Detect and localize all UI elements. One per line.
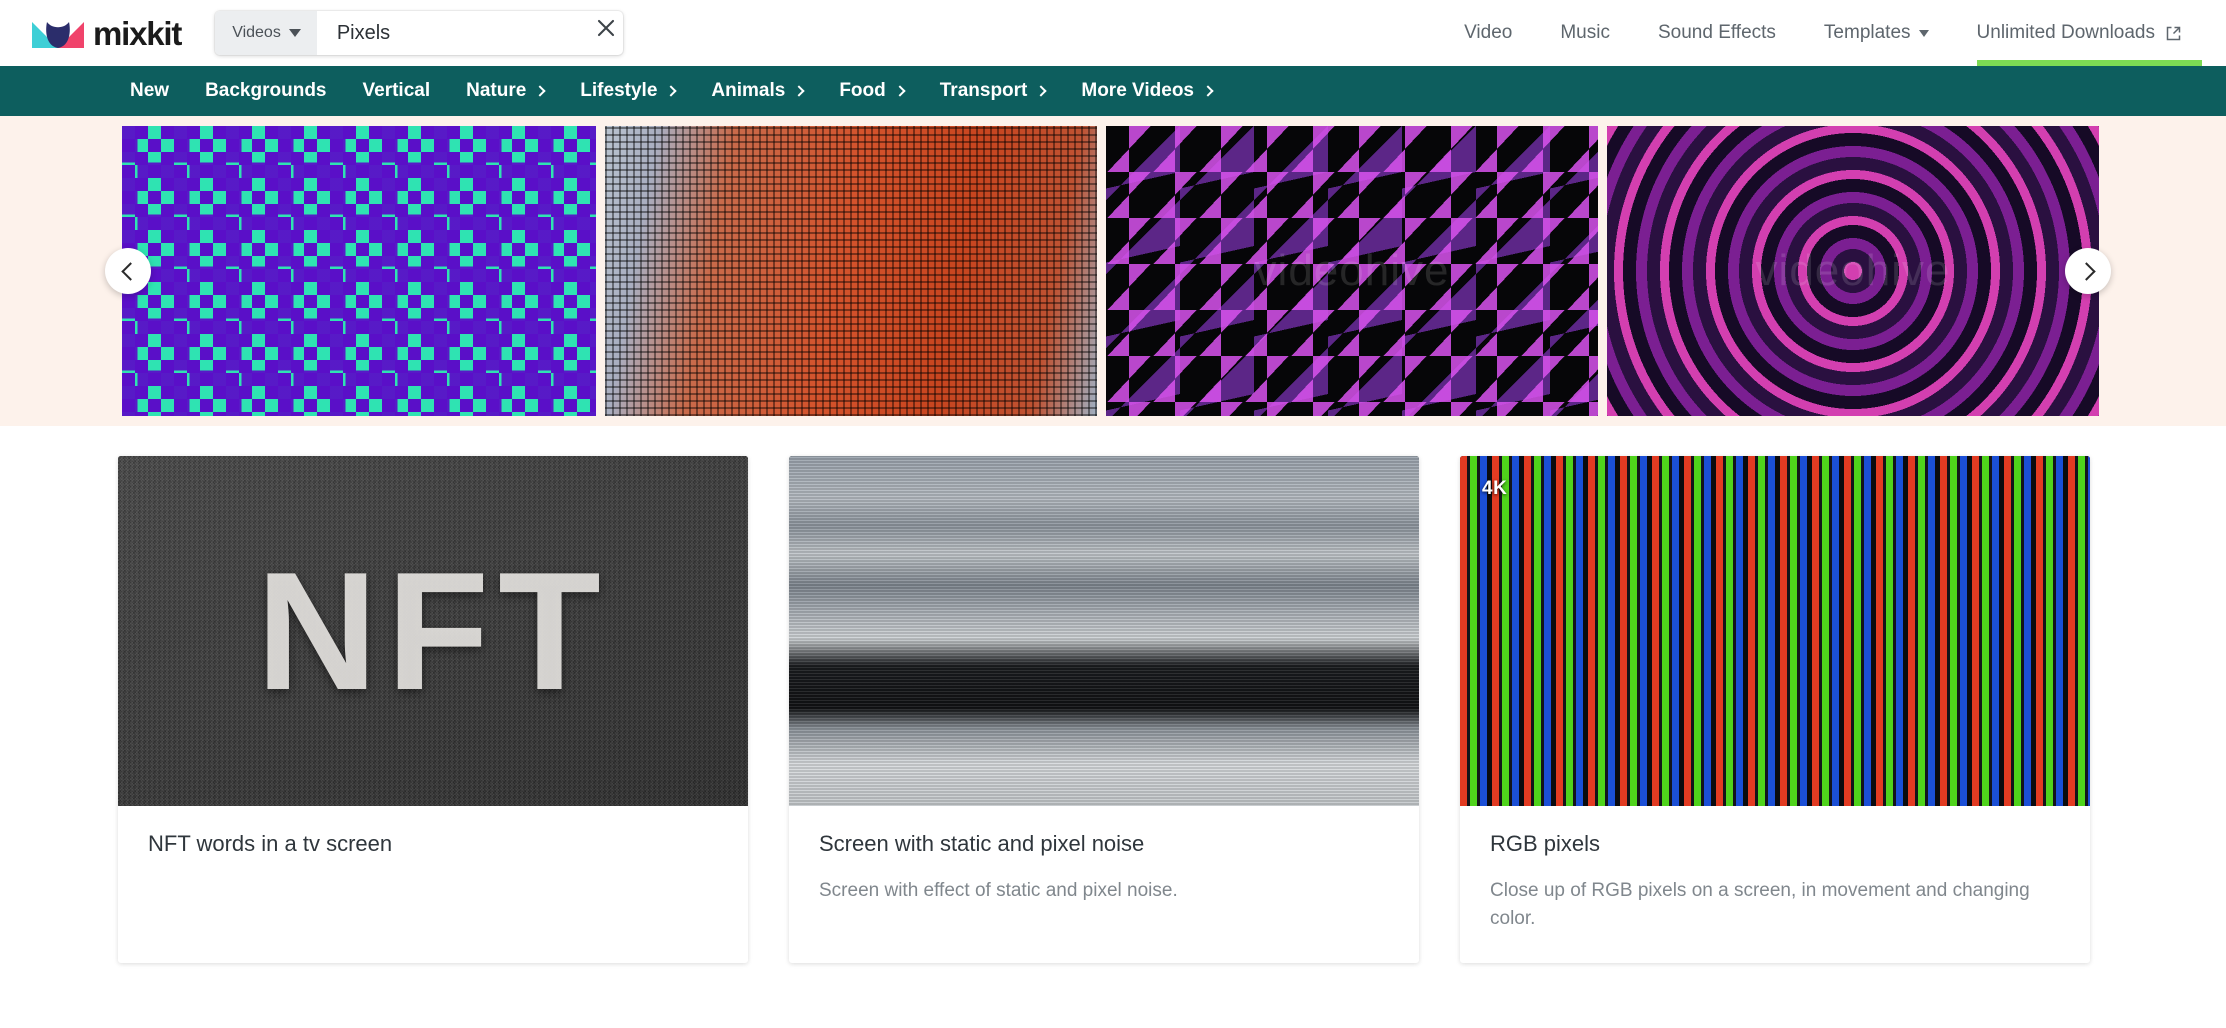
card-title: Screen with static and pixel noise (819, 830, 1389, 859)
mixkit-logo-icon (32, 17, 84, 49)
slide-texture (605, 126, 1097, 416)
category-nav: New Backgrounds Vertical Nature Lifestyle Ani… (0, 66, 2226, 116)
search-bar[interactable]: Videos (215, 11, 623, 55)
category-item-lifestyle[interactable]: Lifestyle (562, 66, 693, 116)
category-label: Vertical (363, 80, 431, 102)
nav-label: Sound Effects (1658, 22, 1776, 44)
nav-item-music[interactable]: Music (1536, 0, 1634, 66)
nav-label: Templates (1824, 22, 1911, 44)
carousel-next-button[interactable] (2065, 248, 2111, 294)
card-description: Close up of RGB pixels on a screen, in m… (1490, 877, 2060, 933)
featured-carousel: videohivevideohive (0, 116, 2226, 426)
card-body: NFT words in a tv screen (118, 806, 748, 943)
search-field[interactable] (317, 11, 589, 55)
search-input[interactable] (337, 22, 575, 45)
chevron-down-icon (289, 29, 301, 37)
nav-label: Video (1464, 22, 1512, 44)
thumbnail-texture (1460, 456, 2090, 806)
card-body: Screen with static and pixel noise Screen… (789, 806, 1419, 935)
primary-nav: Video Music Sound Effects Templates Unli… (1440, 0, 2226, 66)
search-clear-button[interactable] (589, 11, 623, 45)
slide-texture (1607, 126, 2099, 416)
category-item-backgrounds[interactable]: Backgrounds (187, 66, 344, 116)
video-results-grid: NFT NFT words in a tv screen Screen with s… (0, 426, 2226, 963)
site-logo[interactable]: mixkit (32, 17, 181, 50)
nav-item-unlimited-downloads[interactable]: Unlimited Downloads (1953, 0, 2226, 66)
close-icon (595, 17, 617, 39)
category-item-transport[interactable]: Transport (922, 66, 1064, 116)
chevron-right-icon (666, 85, 677, 96)
category-label: Animals (711, 80, 785, 102)
thumbnail-overlay-text: NFT (118, 456, 748, 806)
rgb-pixels-thumbnail[interactable]: 4K (1460, 456, 2090, 806)
category-item-food[interactable]: Food (821, 66, 921, 116)
carousel-slide-dark-magenta-pixels[interactable]: videohive (1106, 126, 1598, 416)
chevron-down-icon (1919, 30, 1929, 37)
thumbnail-texture (789, 456, 1419, 806)
card-body: RGB pixels Close up of RGB pixels on a sc… (1460, 806, 2090, 963)
carousel-slide-magenta-pixel-rings[interactable]: videohive (1607, 126, 2099, 416)
chevron-left-icon (121, 262, 139, 280)
static-pixel-noise-thumbnail[interactable] (789, 456, 1419, 806)
category-label: Nature (466, 80, 526, 102)
carousel-track: videohivevideohive (0, 116, 2226, 426)
category-label: More Videos (1081, 80, 1194, 102)
chevron-right-icon (2077, 262, 2095, 280)
logo-wordmark: mixkit (93, 17, 181, 50)
carousel-prev-button[interactable] (105, 248, 151, 294)
video-card[interactable]: 4K RGB pixels Close up of RGB pixels on a … (1460, 456, 2090, 963)
nav-item-sound-effects[interactable]: Sound Effects (1634, 0, 1800, 66)
category-item-vertical[interactable]: Vertical (345, 66, 449, 116)
video-card[interactable]: NFT NFT words in a tv screen (118, 456, 748, 963)
top-header: mixkit Videos Video Music Sound Effects … (0, 0, 2226, 66)
category-item-more-videos[interactable]: More Videos (1063, 66, 1230, 116)
nft-words-thumbnail[interactable]: NFT (118, 456, 748, 806)
chevron-right-icon (794, 85, 805, 96)
category-label: Lifestyle (580, 80, 657, 102)
search-type-label: Videos (232, 24, 281, 42)
slide-texture (122, 126, 596, 416)
category-label: Food (839, 80, 885, 102)
card-title: RGB pixels (1490, 830, 2060, 859)
chevron-right-icon (1036, 85, 1047, 96)
category-label: New (130, 80, 169, 102)
category-item-new[interactable]: New (112, 66, 187, 116)
category-item-nature[interactable]: Nature (448, 66, 562, 116)
category-label: Backgrounds (205, 80, 326, 102)
search-type-dropdown[interactable]: Videos (215, 11, 317, 55)
chevron-right-icon (535, 85, 546, 96)
card-title: NFT words in a tv screen (148, 830, 718, 859)
external-link-icon (2165, 25, 2182, 42)
video-card[interactable]: Screen with static and pixel noise Screen… (789, 456, 1419, 963)
nav-item-templates[interactable]: Templates (1800, 0, 1953, 66)
slide-texture (1106, 126, 1598, 416)
carousel-slide-teal-purple-pixel-mosaic[interactable] (122, 126, 596, 416)
card-description: Screen with effect of static and pixel n… (819, 877, 1389, 905)
nav-label: Unlimited Downloads (1977, 22, 2155, 44)
category-item-animals[interactable]: Animals (693, 66, 821, 116)
chevron-right-icon (1202, 85, 1213, 96)
resolution-badge: 4K (1482, 478, 1507, 500)
nav-label: Music (1560, 22, 1610, 44)
chevron-right-icon (894, 85, 905, 96)
category-label: Transport (940, 80, 1028, 102)
carousel-slide-orange-led-screen[interactable] (605, 126, 1097, 416)
nav-item-video[interactable]: Video (1440, 0, 1536, 66)
